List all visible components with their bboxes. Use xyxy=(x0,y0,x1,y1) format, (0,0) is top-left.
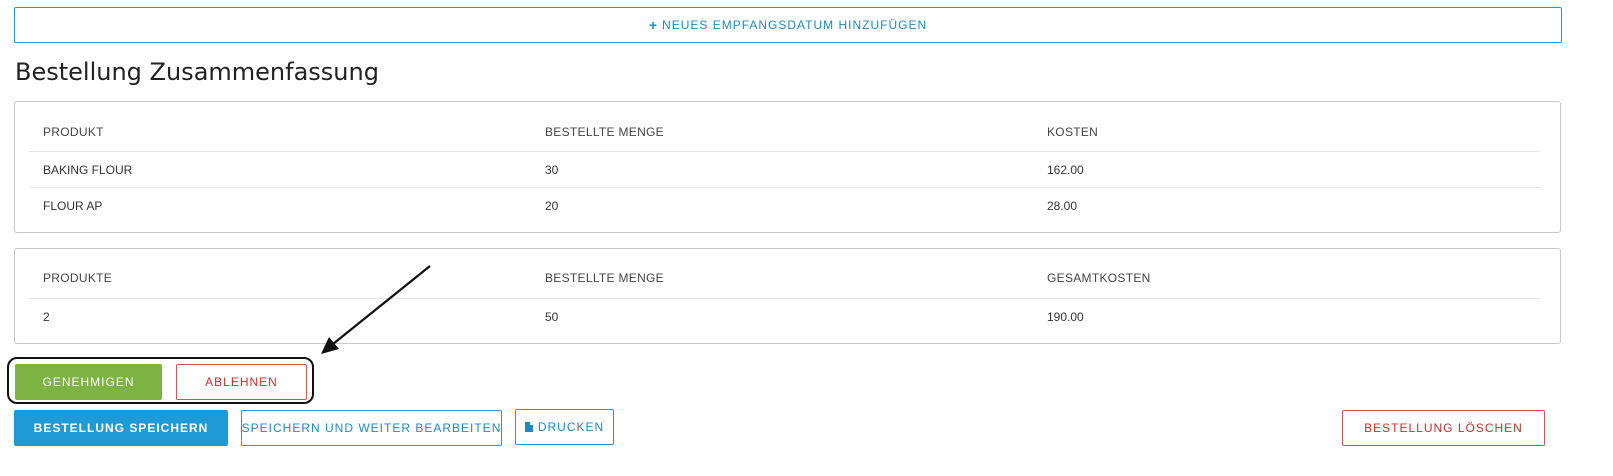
table-header-row: Produkte Bestellte Menge Gesamtkosten xyxy=(29,260,1540,296)
column-header-products: Produkte xyxy=(43,271,113,285)
column-header-product: Produkt xyxy=(43,125,104,139)
plus-icon: + xyxy=(648,17,658,33)
product-count: 2 xyxy=(43,309,50,324)
approve-button[interactable]: Genehmigen xyxy=(15,364,162,400)
column-header-quantity: Bestellte Menge xyxy=(545,125,664,139)
ordered-quantity: 20 xyxy=(545,198,559,213)
page-title: Bestellung Zusammenfassung xyxy=(15,58,379,86)
delete-order-button[interactable]: Bestellung löschen xyxy=(1342,410,1545,446)
cost: 162.00 xyxy=(1047,162,1084,177)
save-and-continue-button[interactable]: Speichern und weiter bearbeiten xyxy=(241,410,502,446)
table-header-row: Produkt Bestellte Menge Kosten xyxy=(29,114,1540,150)
table-row: Baking Flour 30 162.00 xyxy=(29,151,1540,187)
reject-button[interactable]: Ablehnen xyxy=(176,364,307,400)
column-header-cost: Kosten xyxy=(1047,125,1099,139)
column-header-total-cost: Gesamtkosten xyxy=(1047,271,1151,285)
save-order-button[interactable]: Bestellung speichern xyxy=(14,410,228,446)
cost: 28.00 xyxy=(1047,198,1078,213)
product-name: Baking Flour xyxy=(43,162,133,177)
column-header-quantity: Bestellte Menge xyxy=(545,271,664,285)
total-quantity: 50 xyxy=(545,309,559,324)
document-icon xyxy=(524,422,533,432)
product-name: Flour AP xyxy=(43,198,103,213)
total-cost: 190.00 xyxy=(1047,309,1084,324)
order-items-table: Produkt Bestellte Menge Kosten Baking Fl… xyxy=(14,101,1561,233)
print-label: Drucken xyxy=(537,420,605,434)
add-receipt-date-button[interactable]: + Neues Empfangsdatum hinzufügen xyxy=(14,7,1562,43)
print-button[interactable]: Drucken xyxy=(515,409,614,445)
table-row: Flour AP 20 28.00 xyxy=(29,187,1540,223)
order-totals-table: Produkte Bestellte Menge Gesamtkosten 2 … xyxy=(14,248,1561,344)
table-row: 2 50 190.00 xyxy=(29,298,1540,334)
add-receipt-date-label: Neues Empfangsdatum hinzufügen xyxy=(662,18,928,32)
ordered-quantity: 30 xyxy=(545,162,559,177)
